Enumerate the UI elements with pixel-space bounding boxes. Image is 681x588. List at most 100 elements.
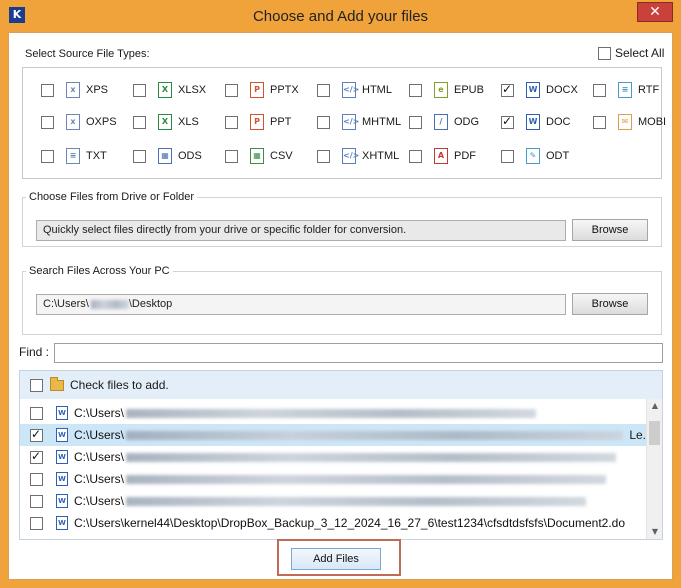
file-row-checkbox[interactable] [30,516,43,530]
file-type-label: CSV [270,150,293,162]
file-row[interactable]: W C:\Users\ [20,446,646,468]
xps-file-icon: x [66,82,80,98]
file-type-epub[interactable]: e EPUB [409,82,484,98]
pptx-file-icon: P [250,82,264,98]
file-type-txt[interactable]: ≡ TXT [41,148,107,164]
file-row[interactable]: W C:\Users\kernel44\Desktop\DropBox_Backu… [20,512,646,534]
close-button[interactable]: ✕ [637,2,673,22]
file-type-xlsx[interactable]: X XLSX [133,82,206,98]
file-type-checkbox[interactable] [409,149,422,163]
file-type-pptx[interactable]: P PPTX [225,82,299,98]
file-type-docx[interactable]: W DOCX [501,82,578,98]
file-row-checkbox[interactable] [30,472,43,486]
file-type-label: EPUB [454,84,484,96]
file-type-html[interactable]: </> HTML [317,82,392,98]
file-type-label: PDF [454,150,476,162]
epub-file-icon: e [434,82,448,98]
file-type-label: DOCX [546,84,578,96]
file-type-checkbox[interactable] [501,82,514,97]
file-type-label: XPS [86,84,109,96]
file-row[interactable]: W C:\Users\ Le. [20,424,646,446]
mobi-file-icon: ✉ [618,114,632,130]
file-type-checkbox[interactable] [317,115,330,129]
file-row-checkbox[interactable] [30,494,43,508]
mhtml-file-icon: </> [342,114,359,130]
add-files-highlight: Add Files [277,539,401,576]
file-type-label: XLS [178,116,199,128]
file-type-checkbox[interactable] [133,83,146,97]
file-list-header[interactable]: Check files to add. [20,371,662,399]
file-type-rtf[interactable]: ≡ RTF [593,82,659,98]
search-browse-button[interactable]: Browse [572,293,648,315]
file-type-odt[interactable]: ✎ ODT [501,148,569,164]
scroll-up-arrow-icon[interactable]: ▲ [647,399,662,413]
title-bar[interactable]: K Choose and Add your files ✕ [0,0,681,32]
file-type-checkbox[interactable] [501,149,514,163]
file-type-ppt[interactable]: P PPT [225,114,291,130]
file-type-ods[interactable]: ▦ ODS [133,148,202,164]
search-path-suffix: \Desktop [128,298,173,310]
file-row-path: C:\Users\ [74,494,125,508]
file-type-checkbox[interactable] [409,115,422,129]
select-all-box[interactable] [598,46,611,60]
txt-file-icon: ≡ [66,148,80,164]
file-type-xls[interactable]: X XLS [133,114,199,130]
file-type-odg[interactable]: / ODG [409,114,479,130]
file-row-path: C:\Users\ [74,472,125,486]
dialog-window: K Choose and Add your files ✕ Select Sou… [0,0,681,588]
search-path-field[interactable]: C:\Users\ \Desktop [36,294,566,315]
file-row-path: C:\Users\kernel44\Desktop\DropBox_Backup… [74,516,626,530]
file-row-checkbox[interactable] [30,406,43,420]
file-type-checkbox[interactable] [225,149,238,163]
html-file-icon: </> [342,82,359,98]
file-row[interactable]: W C:\Users\ [20,402,646,424]
file-type-checkbox[interactable] [225,115,238,129]
file-row-checkbox[interactable] [30,449,43,464]
word-file-icon: W [56,494,68,508]
file-type-mhtml[interactable]: </> MHTML [317,114,401,130]
file-type-csv[interactable]: ▦ CSV [225,148,293,164]
file-row-checkbox[interactable] [30,427,43,442]
file-type-checkbox[interactable] [225,83,238,97]
file-type-xps[interactable]: x XPS [41,82,108,98]
file-type-checkbox[interactable] [41,83,54,97]
file-type-oxps[interactable]: x OXPS [41,114,117,130]
word-file-icon: W [56,472,68,486]
file-type-checkbox[interactable] [41,115,54,129]
file-type-mobi[interactable]: ✉ MOBI [593,114,666,130]
file-type-checkbox[interactable] [41,149,54,163]
file-type-checkbox[interactable] [317,83,330,97]
file-row-path: C:\Users\ [74,406,125,420]
add-files-button[interactable]: Add Files [291,548,381,570]
scroll-thumb[interactable] [649,421,660,445]
pdf-file-icon: A [434,148,448,164]
file-type-pdf[interactable]: A PDF [409,148,476,164]
file-type-checkbox[interactable] [593,115,606,129]
word-file-icon: W [56,516,68,530]
file-type-checkbox[interactable] [409,83,422,97]
search-pc-group: Search Files Across Your PC C:\Users\ \De… [22,265,662,335]
file-type-xhtml[interactable]: </> XHTML [317,148,399,164]
file-type-checkbox[interactable] [133,149,146,163]
file-list-scrollbar[interactable]: ▲ ▼ [646,399,662,539]
file-type-checkbox[interactable] [317,149,330,163]
select-all-checkbox[interactable]: Select All [598,46,664,60]
file-type-checkbox[interactable] [593,83,606,97]
file-type-checkbox[interactable] [501,114,514,129]
drive-browse-button[interactable]: Browse [572,219,648,241]
scroll-down-arrow-icon[interactable]: ▼ [647,525,662,539]
find-label: Find : [19,345,50,359]
file-type-label: XHTML [362,150,400,162]
file-type-checkbox[interactable] [133,115,146,129]
file-type-label: XLSX [178,84,207,96]
dialog-body: Select Source File Types: Select All x XP… [8,32,673,580]
find-input[interactable] [54,343,663,363]
rtf-file-icon: ≡ [618,82,632,98]
file-row[interactable]: W C:\Users\ [20,468,646,490]
file-row[interactable]: W C:\Users\ [20,490,646,512]
search-pc-label: Search Files Across Your PC [26,265,173,277]
ods-file-icon: ▦ [158,148,172,164]
check-all-files-checkbox[interactable] [30,378,43,392]
file-type-doc[interactable]: W DOC [501,114,570,130]
redacted-path [126,430,624,440]
